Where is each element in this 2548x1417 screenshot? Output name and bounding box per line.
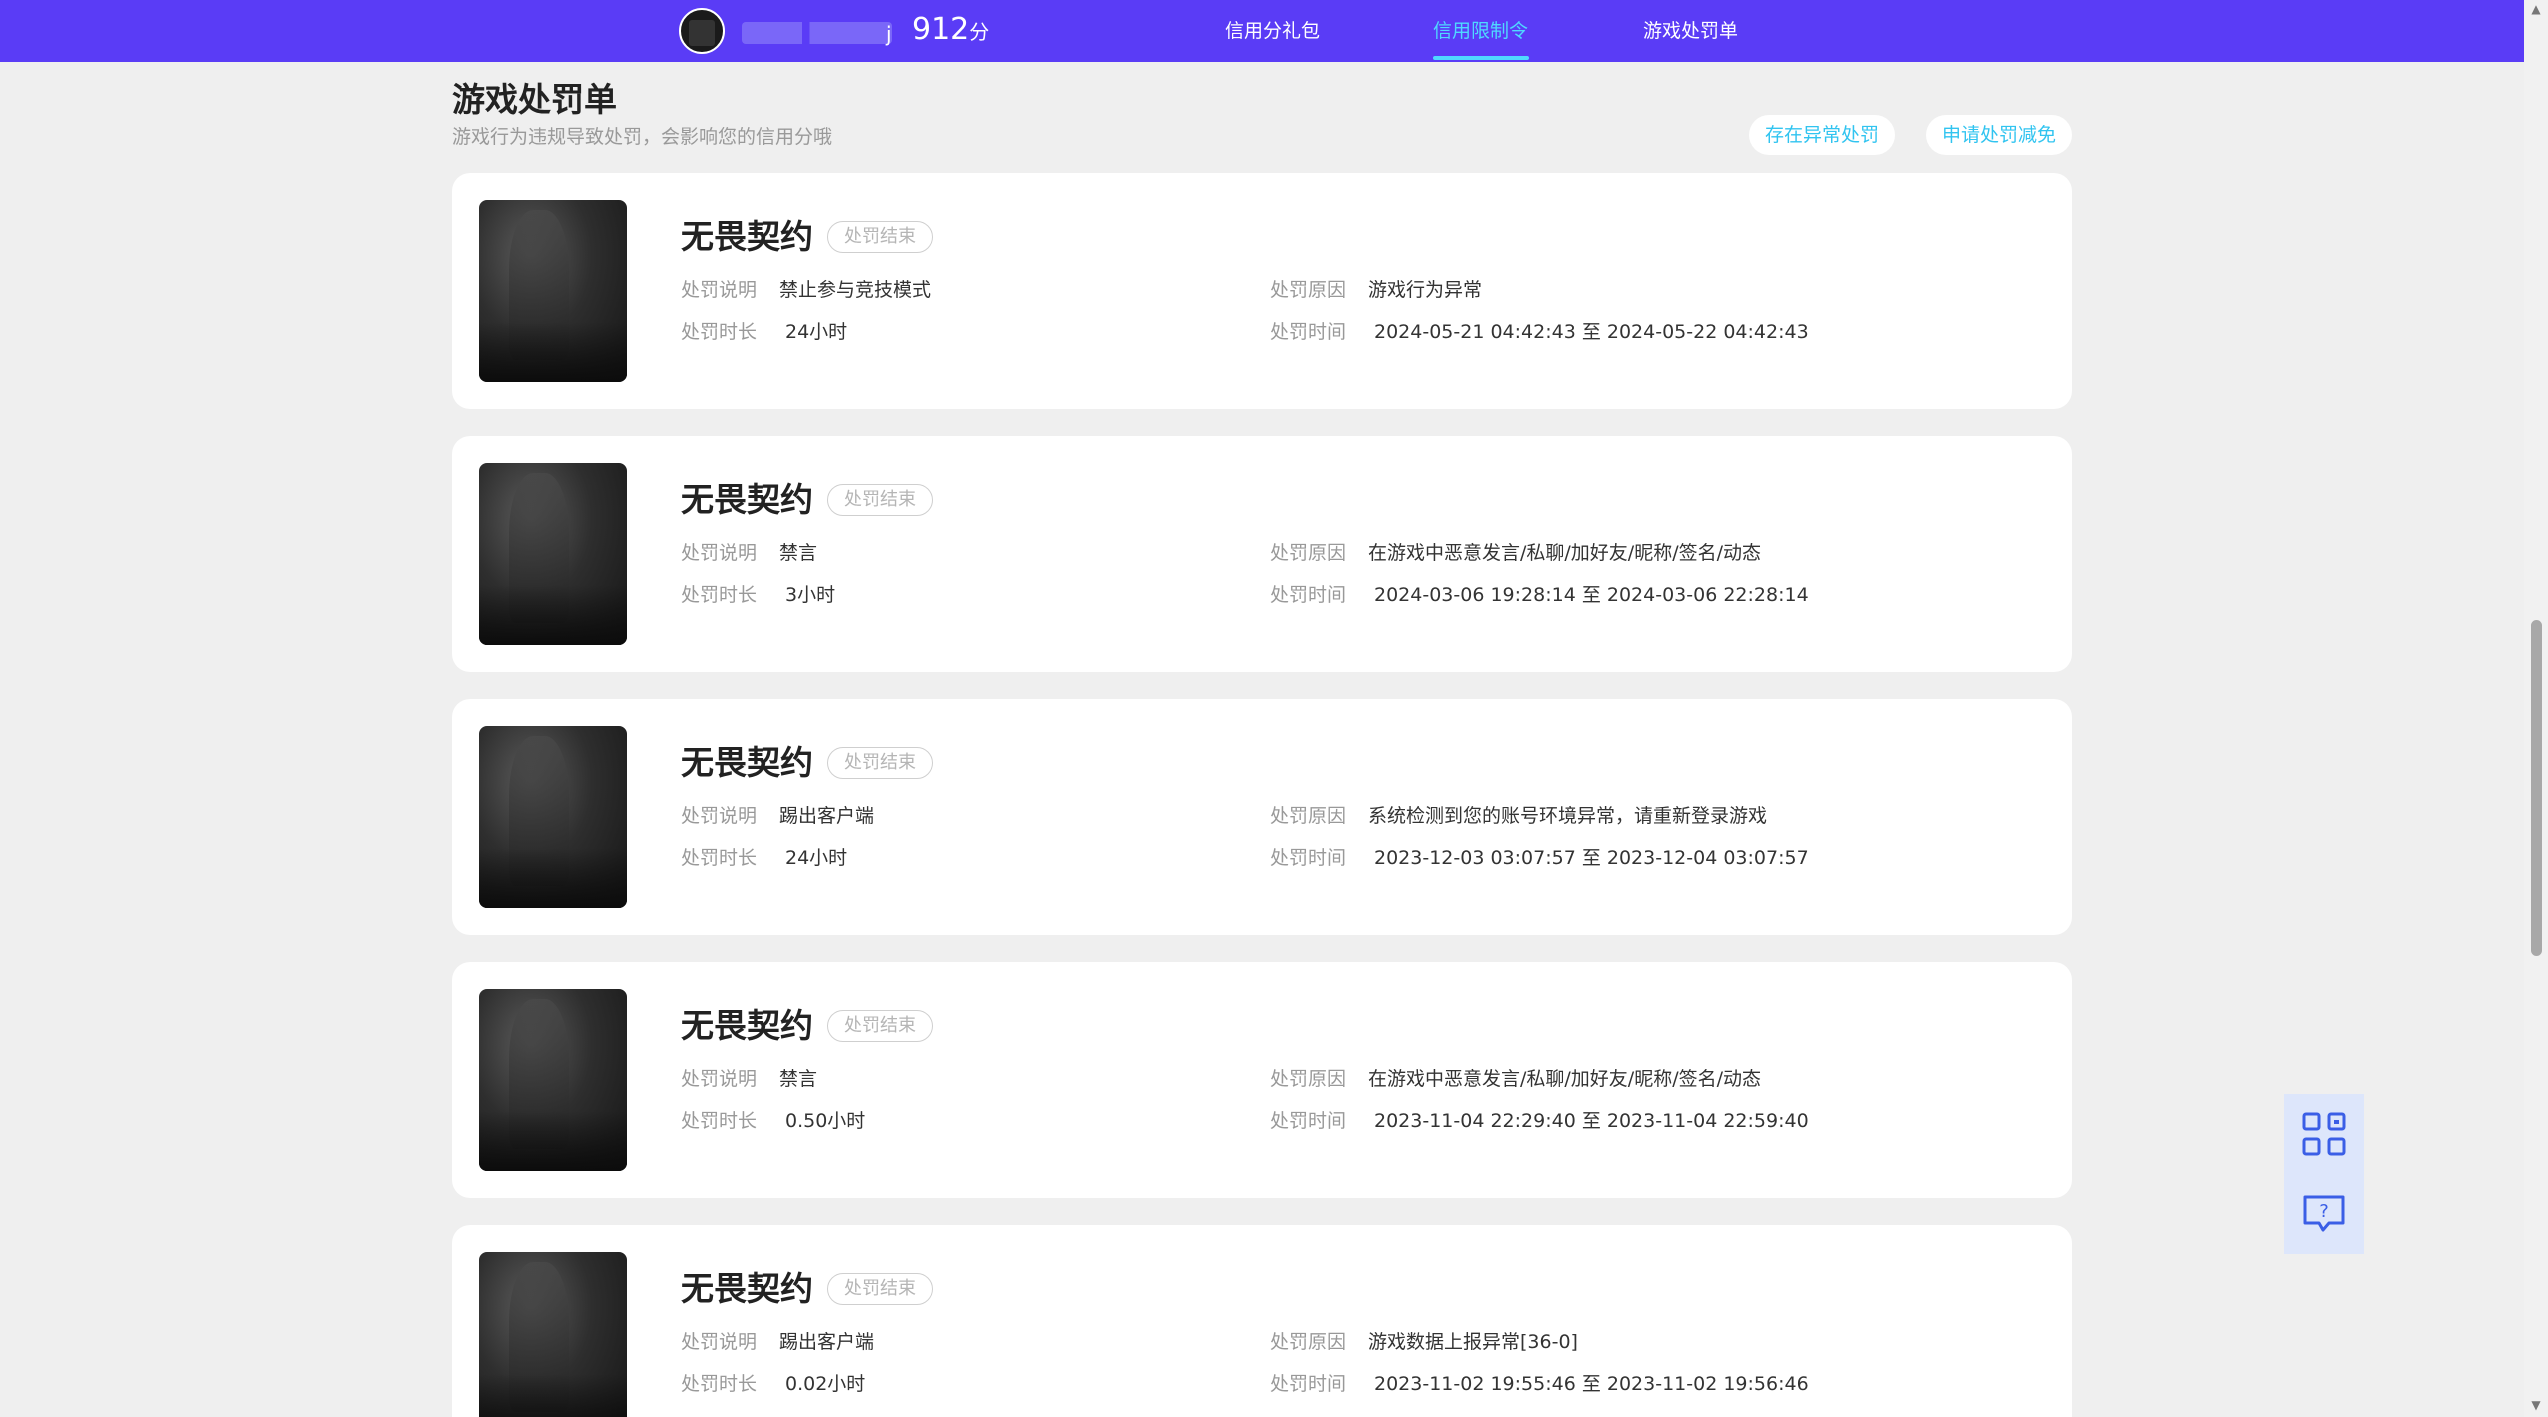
nav-credit-restriction[interactable]: 信用限制令 bbox=[1433, 18, 1528, 44]
credit-score: 912分 bbox=[912, 12, 989, 50]
game-cover-image bbox=[479, 1252, 627, 1417]
qrcode-button[interactable] bbox=[2284, 1094, 2364, 1174]
duration-label: 处罚时长 bbox=[681, 847, 758, 869]
desc-value: 禁言 bbox=[779, 542, 818, 564]
time-label: 处罚时间 bbox=[1270, 321, 1347, 343]
reason-label: 处罚原因 bbox=[1270, 542, 1347, 564]
apply-reduction-button[interactable]: 申请处罚减免 bbox=[1926, 115, 2073, 155]
game-cover-image bbox=[479, 989, 627, 1171]
username-suffix: j bbox=[886, 22, 892, 46]
nav-active-indicator bbox=[1433, 56, 1529, 60]
penalty-card: 无畏契约 处罚结束 处罚说明 踢出客户端 处罚时长 0.02小时 处罚原因 游戏… bbox=[452, 1225, 2072, 1417]
reason-value: 系统检测到您的账号环境异常，请重新登录游戏 bbox=[1368, 805, 1768, 827]
status-badge: 处罚结束 bbox=[827, 1010, 933, 1042]
game-name: 无畏契约 bbox=[681, 1006, 813, 1045]
duration-label: 处罚时长 bbox=[681, 1373, 758, 1395]
reason-label: 处罚原因 bbox=[1270, 805, 1347, 827]
time-value: 2024-03-06 19:28:14 至 2024-03-06 22:28:1… bbox=[1374, 584, 1809, 606]
desc-value: 踢出客户端 bbox=[779, 805, 875, 827]
status-badge: 处罚结束 bbox=[827, 1273, 933, 1305]
reason-value: 在游戏中恶意发言/私聊/加好友/昵称/签名/动态 bbox=[1368, 1068, 1762, 1090]
credit-score-value: 912 bbox=[912, 12, 970, 47]
duration-value: 3小时 bbox=[785, 584, 836, 606]
time-label: 处罚时间 bbox=[1270, 1373, 1347, 1395]
reason-value: 游戏行为异常 bbox=[1368, 279, 1483, 301]
reason-value: 游戏数据上报异常[36-0] bbox=[1368, 1331, 1578, 1353]
desc-label: 处罚说明 bbox=[681, 1331, 758, 1353]
game-name: 无畏契约 bbox=[681, 1269, 813, 1308]
desc-label: 处罚说明 bbox=[681, 1068, 758, 1090]
time-label: 处罚时间 bbox=[1270, 847, 1347, 869]
reason-label: 处罚原因 bbox=[1270, 279, 1347, 301]
game-cover-image bbox=[479, 463, 627, 645]
duration-label: 处罚时长 bbox=[681, 321, 758, 343]
duration-value: 24小时 bbox=[785, 847, 848, 869]
time-value: 2024-05-21 04:42:43 至 2024-05-22 04:42:4… bbox=[1374, 321, 1809, 343]
penalty-card: 无畏契约 处罚结束 处罚说明 踢出客户端 处罚时长 24小时 处罚原因 系统检测… bbox=[452, 699, 2072, 935]
reason-value: 在游戏中恶意发言/私聊/加好友/昵称/签名/动态 bbox=[1368, 542, 1762, 564]
duration-label: 处罚时长 bbox=[681, 584, 758, 606]
desc-label: 处罚说明 bbox=[681, 805, 758, 827]
time-value: 2023-11-02 19:55:46 至 2023-11-02 19:56:4… bbox=[1374, 1373, 1809, 1395]
status-badge: 处罚结束 bbox=[827, 221, 933, 253]
duration-value: 24小时 bbox=[785, 321, 848, 343]
page-subtitle: 游戏行为违规导致处罚，会影响您的信用分哦 bbox=[452, 126, 833, 148]
penalty-card: 无畏契约 处罚结束 处罚说明 禁言 处罚时长 3小时 处罚原因 在游戏中恶意发言… bbox=[452, 436, 2072, 672]
status-badge: 处罚结束 bbox=[827, 484, 933, 516]
time-value: 2023-11-04 22:29:40 至 2023-11-04 22:59:4… bbox=[1374, 1110, 1809, 1132]
top-nav-bar: j 912分 信用分礼包 信用限制令 游戏处罚单 bbox=[0, 0, 2524, 62]
abnormal-penalty-button[interactable]: 存在异常处罚 bbox=[1749, 115, 1896, 155]
desc-value: 踢出客户端 bbox=[779, 1331, 875, 1353]
reason-label: 处罚原因 bbox=[1270, 1331, 1347, 1353]
desc-value: 禁止参与竞技模式 bbox=[779, 279, 932, 301]
question-chat-icon: ? bbox=[2303, 1195, 2345, 1232]
reason-label: 处罚原因 bbox=[1270, 1068, 1347, 1090]
nav-game-penalty[interactable]: 游戏处罚单 bbox=[1643, 18, 1738, 44]
desc-label: 处罚说明 bbox=[681, 542, 758, 564]
desc-label: 处罚说明 bbox=[681, 279, 758, 301]
time-value: 2023-12-03 03:07:57 至 2023-12-04 03:07:5… bbox=[1374, 847, 1809, 869]
game-cover-image bbox=[479, 726, 627, 908]
penalty-card: 无畏契约 处罚结束 处罚说明 禁止参与竞技模式 处罚时长 24小时 处罚原因 游… bbox=[452, 173, 2072, 409]
time-label: 处罚时间 bbox=[1270, 1110, 1347, 1132]
game-name: 无畏契约 bbox=[681, 743, 813, 782]
user-avatar[interactable] bbox=[679, 8, 725, 54]
duration-value: 0.50小时 bbox=[785, 1110, 866, 1132]
svg-text:?: ? bbox=[2319, 1201, 2329, 1222]
page-title: 游戏处罚单 bbox=[452, 80, 617, 119]
penalty-card: 无畏契约 处罚结束 处罚说明 禁言 处罚时长 0.50小时 处罚原因 在游戏中恶… bbox=[452, 962, 2072, 1198]
credit-score-unit: 分 bbox=[969, 20, 990, 44]
scrollbar-thumb[interactable] bbox=[2531, 620, 2542, 956]
game-name: 无畏契约 bbox=[681, 217, 813, 256]
scroll-down-arrow-icon[interactable]: ▼ bbox=[2529, 1398, 2543, 1412]
duration-value: 0.02小时 bbox=[785, 1373, 866, 1395]
game-name: 无畏契约 bbox=[681, 480, 813, 519]
desc-value: 禁言 bbox=[779, 1068, 818, 1090]
nav-credit-gift[interactable]: 信用分礼包 bbox=[1225, 18, 1320, 44]
scroll-up-arrow-icon[interactable]: ▲ bbox=[2529, 2, 2543, 16]
duration-label: 处罚时长 bbox=[681, 1110, 758, 1132]
help-button[interactable]: ? bbox=[2284, 1174, 2364, 1254]
status-badge: 处罚结束 bbox=[827, 747, 933, 779]
game-cover-image bbox=[479, 200, 627, 382]
qrcode-icon bbox=[2302, 1112, 2346, 1156]
username-redacted bbox=[742, 22, 892, 44]
time-label: 处罚时间 bbox=[1270, 584, 1347, 606]
